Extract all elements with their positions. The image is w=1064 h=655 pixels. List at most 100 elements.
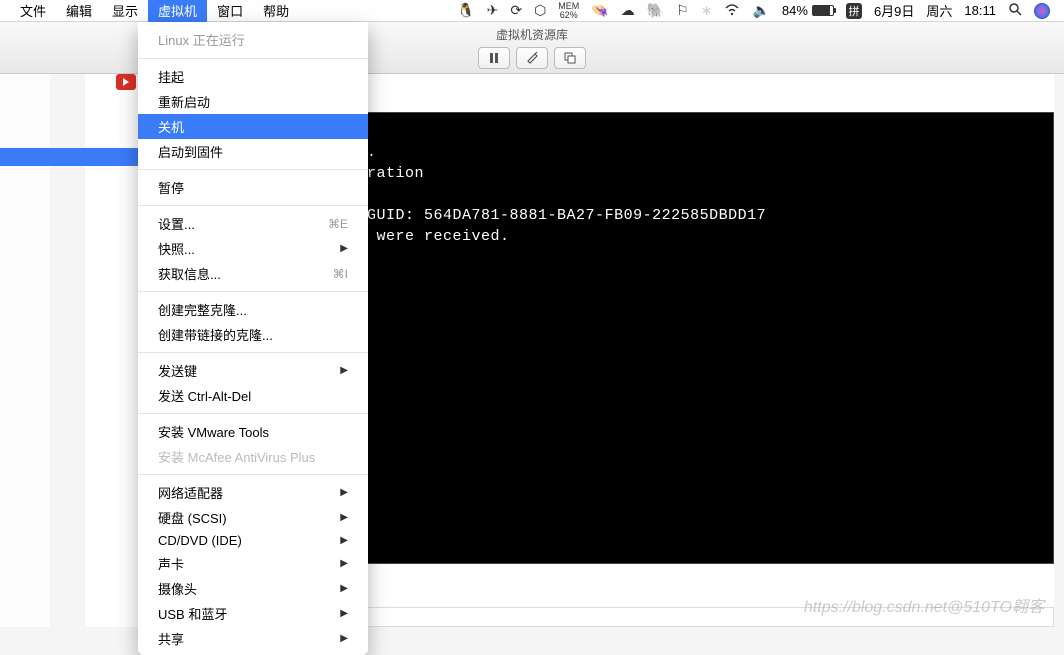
chevron-right-icon: ▶ [340, 633, 348, 644]
qq-icon[interactable]: 🐧 [457, 2, 474, 19]
dropdown-item[interactable]: 发送键 ▶ [138, 358, 368, 383]
separator [138, 352, 368, 353]
dropdown-item[interactable]: 创建完整克隆... [138, 297, 368, 322]
weekday-text: 周六 [926, 1, 952, 20]
evernote-icon[interactable]: 🐘 [647, 2, 664, 19]
dropdown-item-label: 挂起 [158, 67, 184, 86]
dropdown-item-label: 摄像头 [158, 579, 197, 598]
chevron-right-icon: ▶ [340, 243, 348, 254]
bird-icon[interactable]: ✈ [487, 2, 499, 19]
cloud-icon[interactable]: ☁ [621, 2, 635, 19]
shortcut-label: ⌘I [333, 267, 348, 281]
dropdown-item[interactable]: 摄像头 ▶ [138, 576, 368, 601]
dropdown-item-label: 发送 Ctrl-Alt-Del [158, 386, 251, 405]
bluetooth-icon[interactable]: ∗ [701, 2, 713, 19]
battery-icon [812, 5, 834, 16]
dropdown-item-label: 安装 McAfee AntiVirus Plus [158, 447, 315, 466]
dropdown-item-label: 快照... [158, 239, 195, 258]
separator [138, 169, 368, 170]
sync-icon[interactable]: ⟳ [510, 2, 522, 19]
selected-row-strip [0, 148, 138, 166]
menu-edit[interactable]: 编辑 [56, 0, 102, 22]
dropdown-item-label: CD/DVD (IDE) [158, 533, 242, 548]
chevron-right-icon: ▶ [340, 487, 348, 498]
menu-file[interactable]: 文件 [10, 0, 56, 22]
dropdown-item[interactable]: 声卡 ▶ [138, 551, 368, 576]
chevron-right-icon: ▶ [340, 535, 348, 546]
mem-pct: 62% [558, 11, 579, 20]
cube-icon[interactable]: ⬡ [534, 2, 546, 19]
dropdown-item[interactable]: 网络适配器 ▶ [138, 480, 368, 505]
dropdown-item[interactable]: 挂起 [138, 64, 368, 89]
dropdown-item[interactable]: 暂停 [138, 175, 368, 200]
mem-indicator[interactable]: MEM 62% [558, 2, 579, 20]
dropdown-item[interactable]: 重新启动 [138, 89, 368, 114]
menubar-right: 🐧 ✈ ⟳ ⬡ MEM 62% 👒 ☁ 🐘 ⚐ ∗ 🔈 84% 拼 6月9日 周… [457, 1, 1064, 20]
ime-indicator[interactable]: 拼 [846, 3, 862, 19]
dropdown-item: 安装 McAfee AntiVirus Plus [138, 444, 368, 469]
menu-vm[interactable]: 虚拟机 [148, 0, 207, 22]
dropdown-item[interactable]: CD/DVD (IDE) ▶ [138, 530, 368, 551]
hat-icon[interactable]: 👒 [591, 2, 608, 19]
separator [138, 58, 368, 59]
separator [138, 205, 368, 206]
chevron-right-icon: ▶ [340, 512, 348, 523]
dropdown-item-label: 安装 VMware Tools [158, 422, 269, 441]
dropdown-item-label: 网络适配器 [158, 483, 223, 502]
battery-indicator[interactable]: 84% [782, 3, 834, 18]
dropdown-item[interactable]: 创建带链接的克隆... [138, 322, 368, 347]
date-text: 6月9日 [874, 1, 914, 20]
flag-icon[interactable]: ⚐ [676, 2, 689, 19]
dropdown-item-label: 硬盘 (SCSI) [158, 508, 227, 527]
dropdown-item[interactable]: 硬盘 (SCSI) ▶ [138, 505, 368, 530]
dropdown-item-label: 发送键 [158, 361, 197, 380]
dropdown-item[interactable]: 启动到固件 [138, 139, 368, 164]
menubar-left: 文件 编辑 显示 虚拟机 窗口 帮助 [0, 0, 299, 22]
time-text: 18:11 [964, 3, 996, 18]
youtube-icon[interactable] [116, 74, 136, 90]
window-title: 虚拟机资源库 [496, 26, 568, 43]
dropdown-item[interactable]: 关机 [138, 114, 368, 139]
dropdown-header: Linux 正在运行 [138, 26, 368, 53]
wifi-icon[interactable] [724, 3, 740, 19]
dropdown-item-label: 关机 [158, 117, 184, 136]
chevron-right-icon: ▶ [340, 583, 348, 594]
separator [138, 291, 368, 292]
menu-help[interactable]: 帮助 [253, 0, 299, 22]
chevron-right-icon: ▶ [340, 558, 348, 569]
menu-window[interactable]: 窗口 [207, 0, 253, 22]
menu-view[interactable]: 显示 [102, 0, 148, 22]
dropdown-item[interactable]: 发送 Ctrl-Alt-Del [138, 383, 368, 408]
dropdown-item[interactable]: 安装 VMware Tools [138, 419, 368, 444]
dropdown-item[interactable]: 共享 ▶ [138, 626, 368, 651]
dropdown-item-label: 启动到固件 [158, 142, 223, 161]
shortcut-label: ⌘E [328, 217, 348, 231]
toolbar [478, 47, 586, 69]
dropdown-item-label: 创建带链接的克隆... [158, 325, 273, 344]
menubar: 文件 编辑 显示 虚拟机 窗口 帮助 🐧 ✈ ⟳ ⬡ MEM 62% 👒 ☁ 🐘… [0, 0, 1064, 22]
vm-dropdown: Linux 正在运行 挂起重新启动关机启动到固件暂停设置... ⌘E 快照... ▶ 获… [138, 22, 368, 655]
watermark: https://blog.csdn.net@510TO翱客 [804, 593, 1044, 617]
dropdown-item-label: 声卡 [158, 554, 184, 573]
dropdown-item[interactable]: 获取信息... ⌘I [138, 261, 368, 286]
dropdown-item-label: 创建完整克隆... [158, 300, 247, 319]
dropdown-item[interactable]: USB 和蓝牙▶ [138, 601, 368, 626]
dropdown-item[interactable]: 设置... ⌘E [138, 211, 368, 236]
separator [138, 474, 368, 475]
chevron-right-icon: ▶ [340, 608, 348, 619]
chevron-right-icon: ▶ [340, 365, 348, 376]
siri-icon[interactable] [1034, 3, 1050, 19]
dropdown-item-label: 设置... [158, 214, 195, 233]
dropdown-item[interactable]: 快照... ▶ [138, 236, 368, 261]
dropdown-item-label: 暂停 [158, 178, 184, 197]
separator [138, 413, 368, 414]
battery-pct: 84% [782, 3, 808, 18]
settings-button[interactable] [516, 47, 548, 69]
search-icon[interactable] [1008, 2, 1022, 19]
snapshot-button[interactable] [554, 47, 586, 69]
dropdown-item-label: 共享 [158, 629, 184, 648]
dropdown-item-label: 重新启动 [158, 92, 210, 111]
pause-button[interactable] [478, 47, 510, 69]
dropdown-item-label: 获取信息... [158, 264, 221, 283]
volume-icon[interactable]: 🔈 [752, 2, 769, 19]
